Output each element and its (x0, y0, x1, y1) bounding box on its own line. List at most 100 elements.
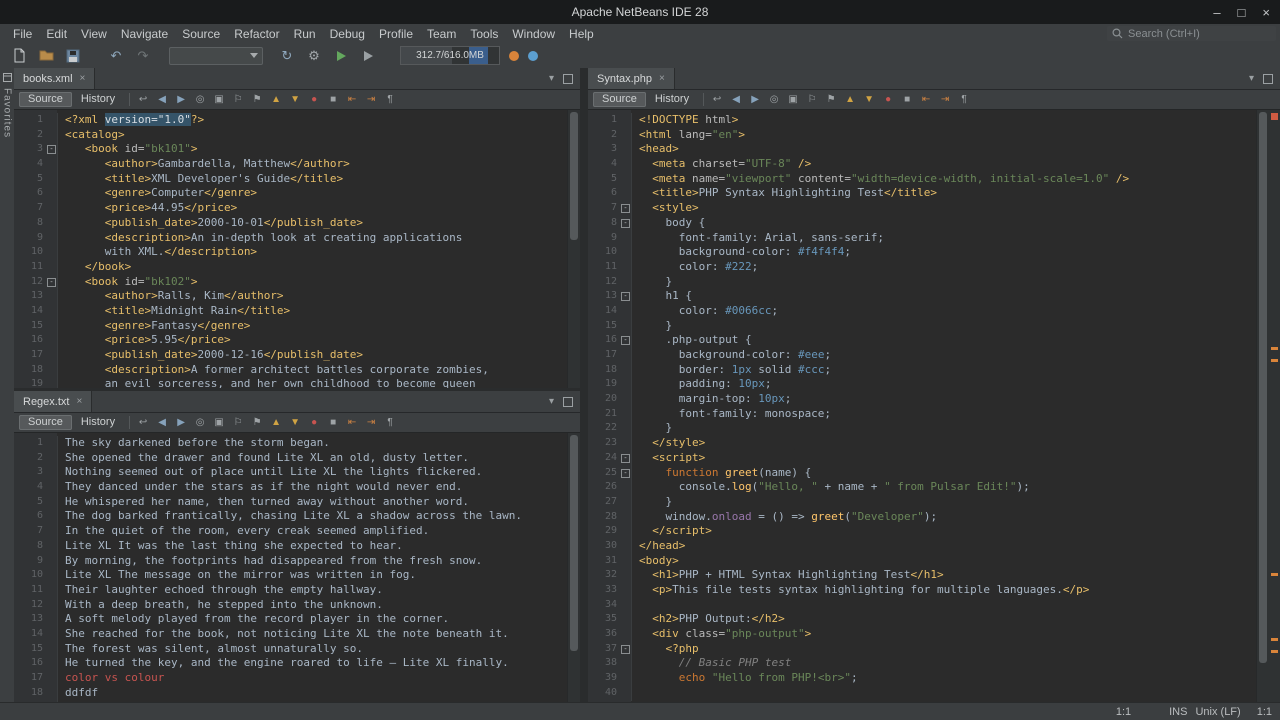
regex-scrollbar[interactable] (567, 433, 580, 703)
code-text[interactable]: <p>This file tests syntax highlighting f… (632, 583, 1089, 598)
record-macro-icon[interactable]: ● (880, 92, 896, 108)
line-number[interactable]: 7 (14, 201, 47, 216)
line-number[interactable]: 14 (588, 304, 621, 319)
line-number[interactable]: 17 (588, 348, 621, 363)
code-text[interactable]: By morning, the footprints had disappear… (58, 554, 482, 569)
menu-window[interactable]: Window (505, 27, 562, 41)
code-text[interactable]: A soft melody played from the record pla… (58, 612, 449, 627)
code-text[interactable]: </head> (632, 539, 685, 554)
shift-left-icon[interactable]: ⇤ (918, 92, 934, 108)
line-number[interactable]: 34 (588, 598, 621, 613)
toggle-comment-icon[interactable]: ¶ (956, 92, 972, 108)
code-text[interactable]: <script> (632, 451, 705, 466)
syntax-scrollbar[interactable] (1256, 110, 1269, 703)
line-number[interactable]: 37 (588, 642, 621, 657)
line-number[interactable]: 18 (14, 363, 47, 378)
next-error-icon[interactable]: ▼ (287, 92, 303, 108)
code-text[interactable]: <price>5.95</price> (58, 333, 231, 348)
last-edit-icon[interactable]: ↩ (135, 92, 151, 108)
line-number[interactable]: 8 (14, 539, 47, 554)
fold-column[interactable] (47, 524, 58, 539)
code-text[interactable]: </style> (632, 436, 705, 451)
line-number[interactable]: 14 (14, 304, 47, 319)
line-number[interactable]: 1 (14, 436, 47, 451)
code-text[interactable]: <h1>PHP + HTML Syntax Highlighting Test<… (632, 568, 944, 583)
code-text[interactable]: h1 { (632, 289, 692, 304)
open-project-icon[interactable] (37, 47, 55, 65)
menu-navigate[interactable]: Navigate (114, 27, 175, 41)
previous-bookmark-icon[interactable]: ⚐ (804, 92, 820, 108)
line-number[interactable]: 13 (14, 289, 47, 304)
code-text[interactable]: with XML.</description> (58, 245, 257, 260)
back-icon[interactable]: ◀ (728, 92, 744, 108)
code-text[interactable]: <title>Midnight Rain</title> (58, 304, 290, 319)
line-number[interactable]: 9 (588, 231, 621, 246)
line-number[interactable]: 19 (14, 377, 47, 388)
fold-column[interactable] (621, 583, 632, 598)
close-icon[interactable]: × (1262, 5, 1270, 20)
code-text[interactable]: console.log("Hello, " + name + " from Pu… (632, 480, 1030, 495)
toggle-comment-icon[interactable]: ¶ (382, 92, 398, 108)
fold-column[interactable] (621, 554, 632, 569)
line-number[interactable]: 25 (588, 466, 621, 481)
fold-column[interactable] (47, 451, 58, 466)
line-number[interactable]: 13 (588, 289, 621, 304)
line-number[interactable]: 9 (14, 554, 47, 569)
line-number[interactable]: 18 (588, 363, 621, 378)
fold-column[interactable] (621, 612, 632, 627)
fold-column[interactable] (621, 113, 632, 128)
profile-project-icon[interactable] (509, 51, 519, 61)
forward-icon[interactable]: ▶ (747, 92, 763, 108)
history-view-button[interactable]: History (646, 92, 698, 107)
fold-column[interactable] (621, 157, 632, 172)
code-text[interactable]: He turned the key, and the engine roared… (58, 656, 509, 671)
find-selection-icon[interactable]: ◎ (192, 92, 208, 108)
code-text[interactable]: ddfdf (58, 686, 98, 701)
fold-column[interactable] (47, 539, 58, 554)
tab-books-xml[interactable]: books.xml × (14, 68, 95, 89)
fold-toggle-icon[interactable]: - (47, 145, 56, 154)
fold-column[interactable] (621, 656, 632, 671)
stop-macro-icon[interactable]: ■ (325, 415, 341, 431)
menu-run[interactable]: Run (287, 27, 323, 41)
fold-toggle-icon[interactable]: - (621, 645, 630, 654)
fold-column[interactable] (621, 348, 632, 363)
line-number[interactable]: 24 (588, 451, 621, 466)
fold-column[interactable] (621, 598, 632, 613)
fold-column[interactable] (621, 686, 632, 701)
fold-column[interactable] (621, 186, 632, 201)
line-number[interactable]: 4 (588, 157, 621, 172)
config-select[interactable] (169, 47, 263, 65)
code-text[interactable]: <?xml version="1.0"?> (58, 113, 204, 128)
favorites-rail[interactable]: Favorites (0, 68, 15, 703)
line-number[interactable]: 12 (14, 598, 47, 613)
fold-column[interactable] (47, 201, 58, 216)
code-text[interactable]: <publish_date>2000-10-01</publish_date> (58, 216, 363, 231)
line-number[interactable]: 2 (588, 128, 621, 143)
code-text[interactable]: In the quiet of the room, every creak se… (58, 524, 429, 539)
previous-bookmark-icon[interactable]: ⚐ (230, 415, 246, 431)
fold-column[interactable] (621, 671, 632, 686)
line-number[interactable]: 10 (14, 568, 47, 583)
fold-column[interactable] (47, 231, 58, 246)
code-text[interactable]: function greet(name) { (632, 466, 811, 481)
find-selection-icon[interactable]: ◎ (192, 415, 208, 431)
code-text[interactable]: background-color: #eee; (632, 348, 831, 363)
error-mark[interactable] (1271, 347, 1278, 350)
code-text[interactable]: She opened the drawer and found Lite XL … (58, 451, 469, 466)
scrollbar-thumb[interactable] (570, 112, 578, 240)
fold-column[interactable] (621, 495, 632, 510)
highlight-occurrences-icon[interactable]: ▣ (211, 92, 227, 108)
record-macro-icon[interactable]: ● (306, 92, 322, 108)
code-text[interactable]: <author>Ralls, Kim</author> (58, 289, 284, 304)
fold-column[interactable] (621, 319, 632, 334)
code-text[interactable]: Lite XL It was the last thing she expect… (58, 539, 403, 554)
line-number[interactable]: 10 (14, 245, 47, 260)
code-text[interactable]: window.onload = () => greet("Developer")… (632, 510, 937, 525)
maximize-icon[interactable]: □ (1238, 5, 1246, 20)
fold-column[interactable] (621, 172, 632, 187)
history-view-button[interactable]: History (72, 92, 124, 107)
line-number[interactable]: 32 (588, 568, 621, 583)
code-text[interactable]: body { (632, 216, 705, 231)
fold-column[interactable] (621, 524, 632, 539)
